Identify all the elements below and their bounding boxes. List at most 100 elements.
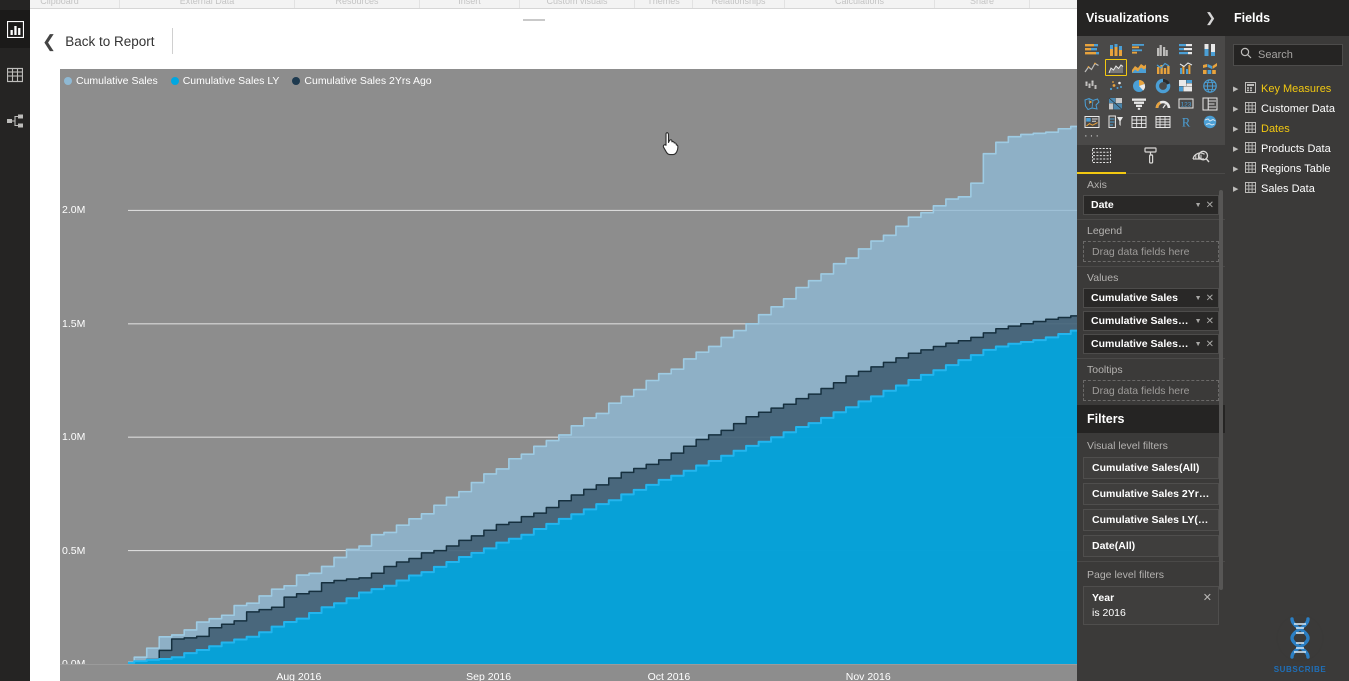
chart-plot-area: 0.0M0.5M1.0M1.5M2.0M <box>60 69 1077 681</box>
legend-item-cumulative-sales[interactable]: Cumulative Sales <box>64 75 158 87</box>
gauge-chart-icon <box>1155 96 1171 112</box>
viz-type-pie-chart[interactable] <box>1128 77 1151 94</box>
viz-type-hundred-percent-stacked-column-chart[interactable] <box>1199 41 1222 58</box>
waterfall-chart-icon <box>1084 78 1100 94</box>
filters-title: Filters <box>1087 412 1125 426</box>
well-field-chip[interactable]: Cumulative Sales 2Yrs A ▼ ✕ <box>1083 334 1219 354</box>
tab-fields[interactable] <box>1077 145 1127 174</box>
viz-type-stacked-bar-chart[interactable] <box>1081 41 1104 58</box>
viz-type-area-chart[interactable] <box>1104 59 1127 76</box>
chevron-down-icon[interactable]: ▼ <box>1191 341 1206 348</box>
viz-type-hundred-percent-stacked-bar-chart[interactable] <box>1175 41 1198 58</box>
viz-type-slicer[interactable] <box>1105 113 1128 130</box>
viz-type-waterfall-chart[interactable] <box>1081 77 1104 94</box>
viz-type-map[interactable] <box>1199 77 1222 94</box>
legend-item-cumulative-sales-2yrs-ago[interactable]: Cumulative Sales 2Yrs Ago <box>292 75 432 87</box>
legend-swatch <box>292 77 301 85</box>
well-field-chip[interactable]: Date ▼ ✕ <box>1083 195 1219 215</box>
well-dropzone[interactable]: Drag data fields here <box>1083 380 1219 401</box>
viz-type-matrix[interactable] <box>1152 113 1175 130</box>
well-field-label: Cumulative Sales 2Yrs A <box>1091 338 1191 350</box>
rail-button-model-view[interactable] <box>0 102 30 140</box>
well-dropzone[interactable]: Drag data fields here <box>1083 241 1219 262</box>
viz-type-shape-map[interactable] <box>1105 95 1128 112</box>
fields-table-customer-data[interactable]: ▶ Customer Data <box>1225 99 1349 119</box>
stacked-column-chart-icon <box>1108 42 1124 58</box>
viz-type-kpi[interactable] <box>1081 113 1104 130</box>
fields-table-label: Customer Data <box>1261 103 1335 115</box>
toolbar-divider <box>171 28 173 54</box>
r-script-visual-icon: R <box>1178 114 1194 130</box>
viz-type-line-chart[interactable] <box>1081 59 1104 76</box>
fields-search-input[interactable]: Search <box>1233 44 1343 66</box>
viz-type-gauge-chart[interactable] <box>1152 95 1175 112</box>
legend-item-cumulative-sales-ly[interactable]: Cumulative Sales LY <box>170 75 279 87</box>
fields-table-products-data[interactable]: ▶ Products Data <box>1225 139 1349 159</box>
expand-arrow-icon[interactable]: ▶ <box>1233 145 1240 153</box>
visual-filter-card[interactable]: Cumulative Sales 2Yrs Ag... <box>1083 483 1219 505</box>
remove-field-icon[interactable]: ✕ <box>1206 316 1214 327</box>
more-visuals-button[interactable]: ··· <box>1077 131 1225 145</box>
chevron-down-icon[interactable]: ▼ <box>1191 295 1206 302</box>
x-axis-tick-label: Sep 2016 <box>466 671 512 681</box>
visualizations-pane-scrollbar[interactable] <box>1219 190 1223 590</box>
expand-arrow-icon[interactable]: ▶ <box>1233 165 1240 173</box>
back-to-report-button[interactable]: ❮ Back to Report <box>30 22 169 60</box>
back-to-report-bar: ❮ Back to Report <box>30 22 1077 60</box>
viz-type-card[interactable]: 123 <box>1175 95 1198 112</box>
filled-map-icon <box>1084 96 1100 112</box>
remove-field-icon[interactable]: ✕ <box>1206 339 1214 350</box>
visual-filter-card[interactable]: Cumulative Sales LY(All) <box>1083 509 1219 531</box>
fields-table-key-measures[interactable]: ▶ Key Measures <box>1225 79 1349 99</box>
chevron-down-icon[interactable]: ▼ <box>1191 202 1206 209</box>
ribbon-group-label: Relationships <box>711 0 766 6</box>
expand-arrow-icon[interactable]: ▶ <box>1233 105 1240 113</box>
area-chart-visual[interactable]: Cumulative Sales Cumulative Sales LY Cum… <box>60 69 1077 681</box>
visualizations-pane: Visualizations ❯ 123 R ··· Axis Date ▼ ✕… <box>1077 0 1225 681</box>
funnel-chart-icon <box>1131 96 1147 112</box>
viz-type-funnel-chart[interactable] <box>1128 95 1151 112</box>
fields-table-regions-table[interactable]: ▶ Regions Table <box>1225 159 1349 179</box>
rail-button-data-view[interactable] <box>0 56 30 94</box>
close-icon[interactable]: ✕ <box>1203 591 1212 604</box>
well-field-label: Cumulative Sales <box>1091 292 1178 304</box>
well-field-chip[interactable]: Cumulative Sales ▼ ✕ <box>1083 288 1219 308</box>
viz-type-stacked-column-chart[interactable] <box>1105 41 1128 58</box>
viz-type-table[interactable] <box>1128 113 1151 130</box>
viz-type-donut-chart[interactable] <box>1152 77 1175 94</box>
donut-chart-icon <box>1155 78 1171 94</box>
viz-type-clustered-bar-chart[interactable] <box>1128 41 1151 58</box>
remove-field-icon[interactable]: ✕ <box>1206 200 1214 211</box>
expand-arrow-icon[interactable]: ▶ <box>1233 185 1240 193</box>
visual-filter-card[interactable]: Date(All) <box>1083 535 1219 557</box>
viz-type-treemap[interactable] <box>1175 77 1198 94</box>
chevron-down-icon[interactable]: ▼ <box>1191 318 1206 325</box>
viz-type-filled-map[interactable] <box>1081 95 1104 112</box>
page-filter-card[interactable]: Year ✕ is 2016 <box>1083 586 1219 625</box>
chevron-right-icon[interactable]: ❯ <box>1205 10 1216 26</box>
viz-type-ribbon-chart[interactable] <box>1199 59 1222 76</box>
ribbon-group: External Data <box>120 0 295 8</box>
fields-table-sales-data[interactable]: ▶ Sales Data <box>1225 179 1349 199</box>
page-filter-label: Year <box>1092 591 1115 604</box>
visual-filter-card[interactable]: Cumulative Sales(All) <box>1083 457 1219 479</box>
viz-type-line-and-stacked-column-chart[interactable] <box>1152 59 1175 76</box>
viz-type-arcgis-map[interactable] <box>1199 113 1222 130</box>
rail-button-report-view[interactable] <box>0 10 30 48</box>
tab-format[interactable] <box>1126 145 1175 174</box>
viz-type-line-and-clustered-column-chart[interactable] <box>1175 59 1198 76</box>
viz-type-clustered-column-chart[interactable] <box>1152 41 1175 58</box>
viz-type-r-script-visual[interactable]: R <box>1175 113 1198 130</box>
viz-type-scatter-chart[interactable] <box>1105 77 1128 94</box>
tab-analytics[interactable] <box>1176 145 1225 174</box>
slicer-icon <box>1108 114 1124 130</box>
viz-type-stacked-area-chart[interactable] <box>1128 59 1151 76</box>
field-wells-icon <box>1092 148 1112 168</box>
y-axis-tick-label: 2.0M <box>62 204 86 217</box>
expand-arrow-icon[interactable]: ▶ <box>1233 125 1240 133</box>
remove-field-icon[interactable]: ✕ <box>1206 293 1214 304</box>
viz-type-multi-row-card[interactable] <box>1199 95 1222 112</box>
expand-arrow-icon[interactable]: ▶ <box>1233 85 1240 93</box>
fields-table-dates[interactable]: ▶ Dates <box>1225 119 1349 139</box>
well-field-chip[interactable]: Cumulative Sales LY ▼ ✕ <box>1083 311 1219 331</box>
